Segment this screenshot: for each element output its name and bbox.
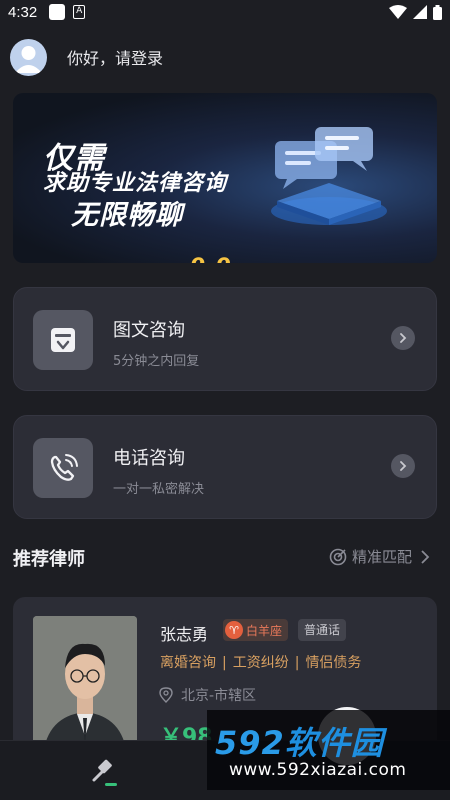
service-subtitle: 一对一私密解决: [113, 482, 205, 497]
lawyer-location: 北京-市辖区: [159, 685, 256, 705]
notification-square-icon: [49, 4, 66, 20]
promo-banner[interactable]: 仅需9.9元 求助专业法律咨询 无限畅聊: [13, 93, 437, 263]
location-text: 北京-市辖区: [181, 688, 257, 704]
specialty-item: 工资纠纷: [232, 655, 289, 671]
precise-match-link[interactable]: 精准匹配: [328, 546, 430, 567]
zodiac-badge: ♈ 白羊座: [223, 619, 289, 641]
lawyer-name: 张志勇: [160, 625, 209, 644]
battery-icon: [433, 4, 442, 20]
specialty-item: 离婚咨询: [160, 655, 216, 671]
language-badge: 普通话: [298, 619, 347, 641]
gavel-icon: [92, 759, 117, 786]
watermark-url: www.592xiazai.com: [229, 760, 407, 780]
service-title: 电话咨询: [113, 448, 185, 469]
signal-icon: [413, 5, 427, 19]
status-bar: 4:32 A: [0, 0, 450, 24]
target-icon: [329, 548, 347, 565]
service-card-phone-consult[interactable]: 电话咨询 一对一私密解决: [13, 415, 437, 519]
phone-icon: [33, 438, 93, 498]
banner-line-3: 无限畅聊: [71, 200, 183, 231]
service-card-text-consult[interactable]: 图文咨询 5分钟之内回复: [13, 287, 437, 391]
service-subtitle: 5分钟之内回复: [113, 354, 200, 369]
status-time: 4:32: [8, 3, 38, 21]
zodiac-label: 白羊座: [246, 623, 283, 638]
watermark-brand: 592软件园: [215, 718, 384, 764]
avatar[interactable]: [10, 38, 47, 76]
specialty-separator: |: [294, 655, 300, 671]
precise-match-label: 精准匹配: [351, 548, 412, 566]
lawyer-photo: [33, 616, 137, 756]
watermark-digits: 592: [215, 724, 285, 762]
watermark-text: 软件园: [284, 724, 384, 762]
specialty-list: 离婚咨询 | 工资纠纷 | 情侣债务: [160, 652, 361, 672]
aries-icon: ♈: [225, 621, 243, 639]
specialty-separator: |: [222, 655, 227, 671]
notification-a-icon: A: [73, 5, 86, 19]
nav-home-tab[interactable]: [90, 759, 120, 793]
login-greeting[interactable]: 你好，请登录: [67, 45, 163, 69]
chevron-right-icon: [421, 549, 430, 564]
chevron-right-icon[interactable]: [391, 454, 415, 478]
chevron-right-icon[interactable]: [391, 326, 415, 350]
banner-price: 9.9元: [190, 255, 232, 263]
location-pin-icon: [159, 687, 173, 703]
service-title: 图文咨询: [113, 320, 185, 341]
chat-document-icon: [33, 310, 93, 370]
watermark-logo: 592软件园 www.592xiazai.com: [207, 710, 450, 790]
wifi-icon: [389, 5, 407, 19]
specialty-item: 情侣债务: [305, 655, 362, 671]
user-avatar-icon: [15, 45, 42, 73]
recommend-title: 推荐律师: [13, 549, 85, 570]
chat-bubbles-illustration: [271, 127, 387, 225]
login-header[interactable]: 你好，请登录: [10, 38, 163, 76]
